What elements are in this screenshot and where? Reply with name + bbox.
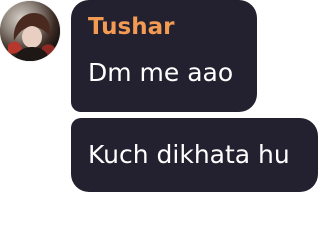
avatar[interactable] [0,1,60,61]
message-bubble[interactable]: Kuch dikhata hu [71,118,318,192]
avatar-image [0,1,60,61]
message-text: Dm me aao [88,58,234,87]
message-text: Kuch dikhata hu [88,140,290,169]
message-bubble[interactable]: Tushar Dm me aao [71,0,257,112]
chat-thread: Tushar Dm me aao Kuch dikhata hu [0,0,320,244]
sender-name: Tushar [88,14,175,40]
